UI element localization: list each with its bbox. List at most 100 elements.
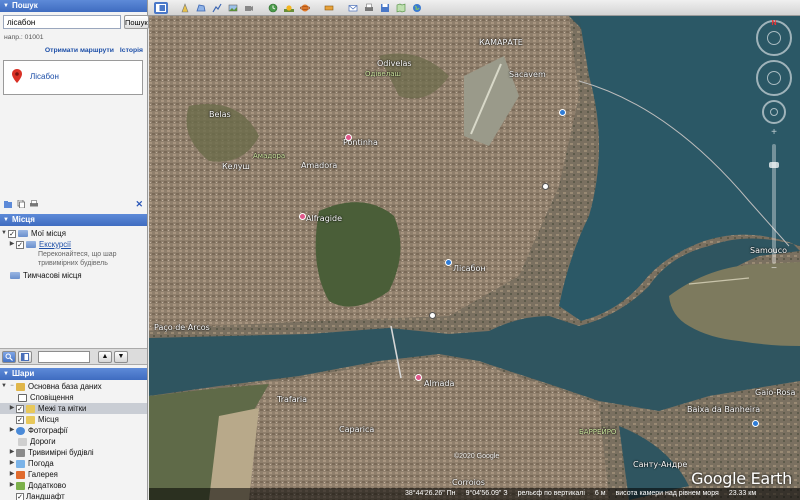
map-label[interactable]: Амадора: [253, 152, 285, 160]
checkbox[interactable]: ✓: [16, 240, 24, 249]
get-directions-link[interactable]: Отримати маршрути: [45, 47, 114, 54]
expand-triangle-icon[interactable]: ▶: [8, 403, 16, 414]
layers-panel-header[interactable]: ▼ Шари: [0, 368, 147, 380]
expand-triangle-icon[interactable]: ▶: [8, 425, 16, 436]
save-image-icon[interactable]: [378, 2, 392, 14]
collapse-triangle-icon[interactable]: ▼: [3, 368, 9, 380]
poi-marker-icon[interactable]: [345, 134, 352, 141]
layer-row-3d-buildings[interactable]: ▶ Тривимірні будівлі: [0, 447, 147, 458]
move-joystick-icon[interactable]: [767, 71, 781, 85]
print-icon[interactable]: [30, 200, 38, 208]
planets-icon[interactable]: [298, 2, 312, 14]
map-label[interactable]: БАРРЕЙРО: [579, 428, 616, 436]
layer-row-alerts[interactable]: Сповіщення: [0, 392, 147, 403]
move-up-icon[interactable]: ▲: [98, 350, 112, 363]
placemark-icon[interactable]: [178, 2, 192, 14]
image-overlay-icon[interactable]: [226, 2, 240, 14]
map-label[interactable]: Лісабон: [453, 264, 486, 273]
close-icon[interactable]: ✕: [135, 199, 143, 210]
email-icon[interactable]: [346, 2, 360, 14]
map-label[interactable]: Одівелаш: [365, 70, 401, 78]
map-label[interactable]: Belas: [209, 110, 231, 119]
expand-triangle-icon[interactable]: ▶: [8, 480, 16, 491]
expand-triangle-icon[interactable]: ▶: [8, 458, 16, 469]
expand-triangle-icon[interactable]: ▶: [8, 469, 16, 480]
poi-marker-icon[interactable]: [415, 374, 422, 381]
layer-row-weather[interactable]: ▶ Погода: [0, 458, 147, 469]
polygon-icon[interactable]: [194, 2, 208, 14]
poi-marker-icon[interactable]: [445, 259, 452, 266]
panel-toggle-icon[interactable]: [18, 350, 32, 363]
poi-marker-icon[interactable]: [542, 183, 549, 190]
checkbox[interactable]: ✓: [8, 229, 16, 238]
layer-row-more[interactable]: ▶ Додатково: [0, 480, 147, 491]
layer-row-primary-db[interactable]: ▼ − Основна база даних: [0, 381, 147, 392]
expand-triangle-icon[interactable]: ▶: [8, 447, 16, 458]
collapse-triangle-icon[interactable]: ▼: [3, 0, 9, 12]
path-icon[interactable]: [210, 2, 224, 14]
map-label[interactable]: Paço de Arcos: [154, 323, 210, 332]
poi-marker-icon[interactable]: [559, 109, 566, 116]
earth-3d-view[interactable]: КАМАРАТЕ Odivelas Одівелаш Sacavem Belas…: [149, 16, 800, 500]
search-panel-header[interactable]: ▼ Пошук: [0, 0, 147, 12]
poi-marker-icon[interactable]: [299, 213, 306, 220]
zoom-slider[interactable]: [769, 144, 779, 264]
checkbox[interactable]: ✓: [16, 415, 24, 424]
search-places-icon[interactable]: [2, 350, 16, 363]
earth-icon[interactable]: [410, 2, 424, 14]
map-label[interactable]: Alfragide: [306, 214, 342, 223]
print-map-icon[interactable]: [362, 2, 376, 14]
ruler-icon[interactable]: [322, 2, 336, 14]
map-label[interactable]: Baixa da Banheira: [687, 405, 760, 414]
zoom-slider-handle[interactable]: [769, 162, 779, 168]
tree-row-tours[interactable]: ▶ ✓ Екскурсії: [0, 239, 147, 250]
collapse-triangle-icon[interactable]: ▼: [3, 214, 9, 226]
layer-row-photos[interactable]: ▶ Фотографії: [0, 425, 147, 436]
tree-row-temp-places[interactable]: Тимчасові місця: [0, 270, 147, 281]
layer-row-borders[interactable]: ▶ ✓ Межі та мітки: [0, 403, 147, 414]
collapse-triangle-icon[interactable]: ▼: [0, 228, 8, 239]
move-joystick[interactable]: [756, 60, 792, 96]
layer-row-terrain[interactable]: ✓ Ландшафт: [0, 491, 147, 500]
street-view-pegman[interactable]: [762, 100, 786, 124]
copy-icon[interactable]: [17, 200, 25, 208]
pegman-icon[interactable]: [770, 108, 778, 116]
historical-imagery-icon[interactable]: [266, 2, 280, 14]
tree-row-my-places[interactable]: ▼ ✓ Мої місця: [0, 228, 147, 239]
look-joystick-icon[interactable]: [767, 31, 781, 45]
map-label[interactable]: КАМАРАТЕ: [479, 38, 523, 47]
map-label[interactable]: Odivelas: [377, 59, 412, 68]
layer-row-roads[interactable]: Дороги: [0, 436, 147, 447]
map-label[interactable]: Келуш: [222, 162, 250, 171]
expand-triangle-icon[interactable]: ▶: [8, 239, 16, 250]
record-tour-icon[interactable]: [242, 2, 256, 14]
search-result-item[interactable]: Лісабон: [30, 72, 59, 81]
checkbox[interactable]: ✓: [16, 492, 24, 500]
map-label[interactable]: Amadora: [301, 161, 337, 170]
history-link[interactable]: Історія: [120, 47, 143, 54]
map-label[interactable]: Санту-Андре: [633, 460, 687, 469]
layer-row-places[interactable]: ✓ Місця: [0, 414, 147, 425]
poi-marker-icon[interactable]: [752, 420, 759, 427]
layer-row-gallery[interactable]: ▶ Галерея: [0, 469, 147, 480]
map-label[interactable]: Gaio-Rosa: [755, 388, 795, 397]
zoom-out-icon[interactable]: −: [752, 264, 796, 274]
sunlight-icon[interactable]: [282, 2, 296, 14]
map-label[interactable]: Trafaria: [277, 395, 307, 404]
map-label[interactable]: Caparica: [339, 425, 374, 434]
move-down-icon[interactable]: ▼: [114, 350, 128, 363]
sidebar-toggle-icon[interactable]: [154, 1, 168, 14]
places-panel-header[interactable]: ▼ Місця: [0, 214, 147, 226]
folder-add-icon[interactable]: [4, 200, 12, 208]
poi-marker-icon[interactable]: [429, 312, 436, 319]
places-filter-input[interactable]: [38, 350, 90, 363]
map-label[interactable]: Corroios: [452, 478, 485, 487]
zoom-in-icon[interactable]: +: [752, 128, 796, 138]
minus-icon[interactable]: −: [8, 381, 16, 392]
map-label[interactable]: Sacavem: [509, 70, 546, 79]
collapse-triangle-icon[interactable]: ▼: [0, 381, 8, 392]
map-label[interactable]: Almada: [424, 379, 454, 388]
search-input[interactable]: [3, 15, 121, 29]
tours-link[interactable]: Екскурсії: [39, 239, 71, 250]
checkbox[interactable]: ✓: [16, 404, 24, 413]
